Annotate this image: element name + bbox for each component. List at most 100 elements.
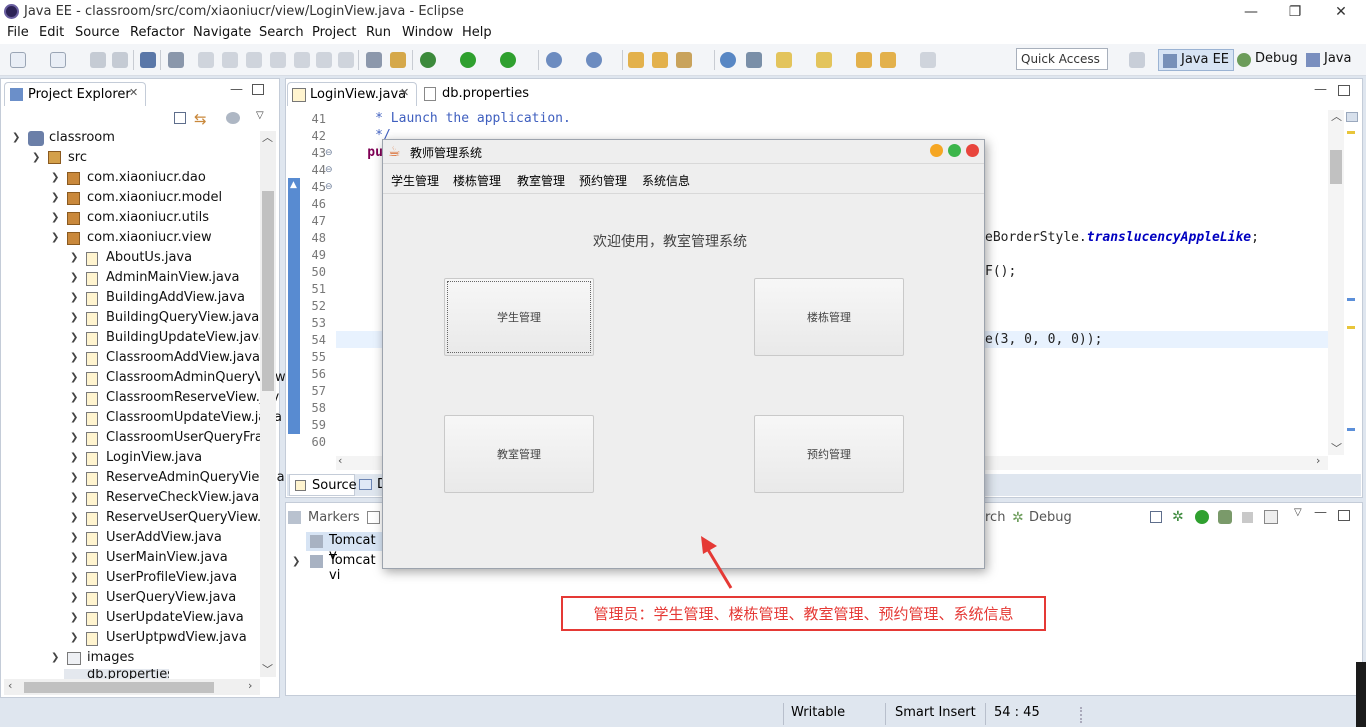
chevron-right-icon[interactable]: ❯ [70, 492, 78, 503]
chevron-right-icon[interactable]: ❯ [70, 312, 78, 323]
student-manage-button[interactable]: 学生管理 [444, 278, 594, 356]
minimize-light[interactable] [930, 144, 943, 157]
tree-file[interactable]: BuildingAddView.java [106, 290, 245, 305]
open-perspective-icon[interactable] [1129, 52, 1145, 68]
view-menu-icon[interactable]: ▽ [256, 110, 264, 121]
app-menu-system[interactable]: 系统信息 [642, 172, 690, 189]
run-icon[interactable] [460, 52, 476, 68]
skip-breakpoints-icon[interactable] [168, 52, 184, 68]
stop-server-icon[interactable] [1242, 512, 1253, 523]
app-menu-reservation[interactable]: 预约管理 [579, 172, 627, 189]
minimize-button[interactable]: — [1237, 2, 1265, 22]
scroll-right-icon[interactable]: › [248, 679, 252, 692]
tree-file[interactable]: UserUptpwdView.java [106, 630, 247, 645]
menu-navigate[interactable]: Navigate [193, 25, 251, 40]
tree-src[interactable]: src [68, 150, 87, 165]
tree-file[interactable]: UserUpdateView.java [106, 610, 244, 625]
scroll-down-icon[interactable]: ﹀ [1331, 440, 1342, 456]
chevron-right-icon[interactable]: ❯ [70, 332, 78, 343]
step-over-icon[interactable] [316, 52, 332, 68]
tree-package[interactable]: com.xiaoniucr.dao [87, 170, 206, 185]
menu-refactor[interactable]: Refactor [130, 25, 185, 40]
open-resource-icon[interactable] [652, 52, 668, 68]
chevron-right-icon[interactable]: ❯ [70, 572, 78, 583]
tab-db-properties[interactable]: db.properties [420, 82, 540, 106]
app-menu-student[interactable]: 学生管理 [391, 172, 439, 189]
tree-images[interactable]: images [87, 650, 134, 665]
tree-file[interactable]: AdminMainView.java [106, 270, 240, 285]
menu-project[interactable]: Project [312, 25, 356, 40]
scroll-up-icon[interactable]: ︿ [1331, 108, 1342, 124]
maximize-view-icon[interactable] [1338, 510, 1350, 521]
scroll-left-icon[interactable]: ‹ [338, 454, 342, 467]
tree-file[interactable]: UserAddView.java [106, 530, 222, 545]
tree-file[interactable]: ClassroomUserQueryFram [106, 430, 275, 445]
chevron-right-icon[interactable]: ❯ [51, 652, 59, 663]
new-class-icon[interactable] [586, 52, 602, 68]
properties-icon[interactable] [367, 511, 380, 524]
chevron-right-icon[interactable]: ❯ [70, 272, 78, 283]
maximize-view-icon[interactable] [252, 84, 264, 95]
perspective-java-ee[interactable]: Java EE [1158, 49, 1235, 71]
fold-icon[interactable]: ⊖ [325, 148, 333, 158]
scroll-up-icon[interactable]: ︿ [262, 129, 273, 145]
globe-icon[interactable] [720, 52, 736, 68]
new-icon[interactable] [10, 52, 26, 68]
maximize-light[interactable] [948, 144, 961, 157]
chevron-right-icon[interactable]: ❯ [70, 532, 78, 543]
run-server-icon[interactable] [500, 52, 516, 68]
tree-file[interactable]: UserMainView.java [106, 550, 228, 565]
back-icon[interactable] [880, 52, 896, 68]
chevron-right-icon[interactable]: ❯ [70, 252, 78, 263]
suspend-icon[interactable] [222, 52, 238, 68]
last-edit-icon[interactable] [856, 52, 872, 68]
save-icon[interactable] [90, 52, 106, 68]
close-light[interactable] [966, 144, 979, 157]
tree-project[interactable]: classroom [49, 130, 115, 145]
open-type-icon[interactable] [628, 52, 644, 68]
collapse-all-icon[interactable] [174, 112, 186, 124]
chevron-down-icon[interactable]: ❯ [12, 132, 20, 143]
chevron-right-icon[interactable]: ❯ [70, 452, 78, 463]
tree-file[interactable]: BuildingQueryView.java [106, 310, 259, 325]
building-manage-button[interactable]: 楼栋管理 [754, 278, 904, 356]
scroll-down-icon[interactable]: ﹀ [262, 661, 273, 677]
disconnect-icon[interactable] [270, 52, 286, 68]
chevron-right-icon[interactable]: ❯ [70, 612, 78, 623]
new-project-icon[interactable] [50, 52, 66, 68]
prev-annotation-icon[interactable] [816, 52, 832, 68]
menu-source[interactable]: Source [75, 25, 120, 40]
new-server-icon[interactable] [546, 52, 562, 68]
drop-frame-icon[interactable] [366, 52, 382, 68]
tree-file[interactable]: LoginView.java [106, 450, 202, 465]
chevron-right-icon[interactable]: ❯ [70, 632, 78, 643]
maximize-view-icon[interactable] [1338, 85, 1350, 96]
tree-package[interactable]: com.xiaoniucr.view [87, 230, 212, 245]
chevron-right-icon[interactable]: ❯ [51, 192, 59, 203]
chevron-right-icon[interactable]: ❯ [292, 556, 300, 567]
tree-vertical-scrollbar[interactable]: ︿ ﹀ [260, 131, 276, 677]
save-all-icon[interactable] [112, 52, 128, 68]
fold-icon[interactable]: ⊖ [325, 182, 333, 192]
tree-package[interactable]: com.xiaoniucr.utils [87, 210, 209, 225]
tree-horizontal-scrollbar[interactable]: ‹ › [4, 679, 260, 695]
debug-icon[interactable] [420, 52, 436, 68]
tree-file[interactable]: ClassroomAddView.java [106, 350, 260, 365]
fold-icon[interactable]: ⊖ [325, 165, 333, 175]
tree-file[interactable]: AboutUs.java [106, 250, 192, 265]
step-into-icon[interactable] [294, 52, 310, 68]
chevron-right-icon[interactable]: ❯ [70, 352, 78, 363]
chevron-right-icon[interactable]: ❯ [70, 432, 78, 443]
console-icon[interactable] [140, 52, 156, 68]
app-menu-building[interactable]: 楼栋管理 [453, 172, 501, 189]
close-icon[interactable]: ✕ [129, 86, 138, 99]
tree-file[interactable]: ReserveAdminQueryView.ja [106, 470, 285, 485]
perspective-java[interactable]: Java [1302, 49, 1355, 71]
tab-source[interactable]: Source [289, 474, 357, 496]
server-row-selected[interactable]: Tomcat v [306, 532, 384, 563]
annotation-icon[interactable] [746, 52, 762, 68]
reservation-manage-button[interactable]: 预约管理 [754, 415, 904, 493]
app-menu-classroom[interactable]: 教室管理 [517, 172, 565, 189]
scroll-right-icon[interactable]: › [1316, 454, 1320, 467]
chevron-right-icon[interactable]: ❯ [70, 592, 78, 603]
